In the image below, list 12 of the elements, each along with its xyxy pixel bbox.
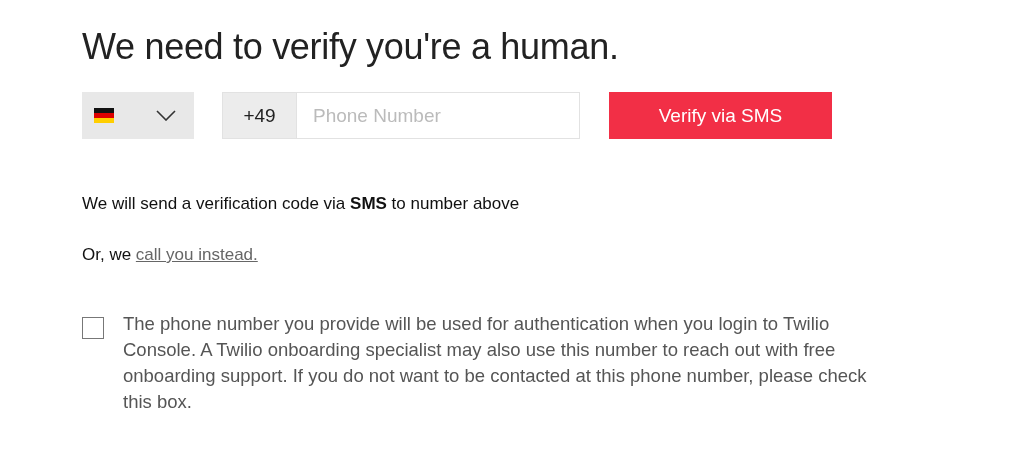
consent-text: The phone number you provide will be used for authentication when you login to Twilio Console. A Twilio onboarding specialist may also use this number to reach out with free onboarding support. If you do not want to be contacted at this phone number, please check this box. xyxy=(123,312,868,414)
country-code: +49 xyxy=(222,92,296,139)
call-text: Or, we call you instead. xyxy=(82,245,259,265)
flag-icon xyxy=(94,108,114,123)
verify-button[interactable]: Verify via SMS xyxy=(609,92,832,139)
info-text: We will send a verification code via SMS to number above xyxy=(82,194,521,214)
page-title: We need to verify you're a human. xyxy=(82,26,620,68)
consent-checkbox[interactable] xyxy=(82,317,104,339)
call-link[interactable]: call you instead. xyxy=(135,245,258,264)
chevron-down-icon xyxy=(156,110,176,121)
phone-input[interactable]: Phone Number xyxy=(296,92,580,139)
country-select[interactable] xyxy=(82,92,194,139)
